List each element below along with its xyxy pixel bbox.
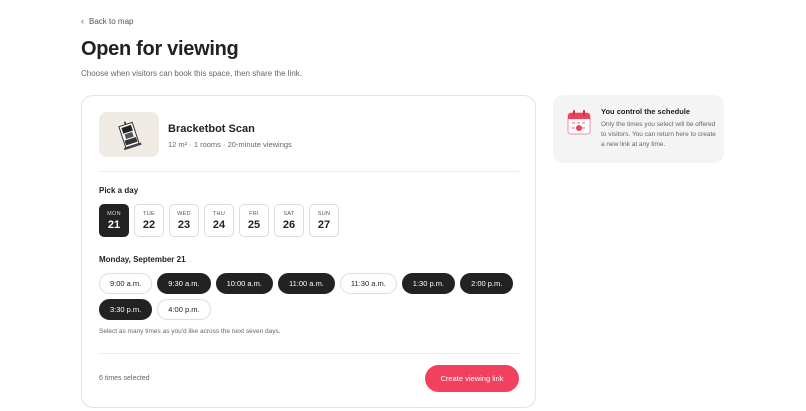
divider — [99, 353, 519, 354]
back-link-label: Back to map — [89, 16, 134, 26]
time-slot-button[interactable]: 11:30 a.m. — [339, 273, 397, 294]
time-slot-button[interactable]: 9:30 a.m. — [157, 273, 211, 294]
page-title: Open for viewing — [81, 38, 239, 60]
time-slot-button[interactable]: 9:00 a.m. — [99, 273, 153, 294]
divider — [99, 171, 519, 172]
schedule-info-card: You control the schedule Only the times … — [553, 95, 724, 163]
info-card-body: Only the times you select will be offere… — [601, 121, 716, 148]
day-number: 22 — [142, 218, 156, 231]
day-button-sat[interactable]: SAT 26 — [274, 204, 304, 237]
time-slot-button[interactable]: 10:00 a.m. — [215, 273, 274, 294]
day-button-fri[interactable]: FRI 25 — [239, 204, 269, 237]
time-slot-button[interactable]: 4:00 p.m. — [157, 299, 211, 320]
time-slot-button[interactable]: 1:30 p.m. — [401, 273, 456, 294]
day-button-thu[interactable]: THU 24 — [204, 204, 234, 237]
day-button-tue[interactable]: TUE 22 — [134, 204, 164, 237]
day-number: 27 — [317, 218, 331, 231]
day-number: 21 — [107, 218, 121, 231]
day-picker: MON 21 TUE 22 WED 23 THU 24 FRI 25 SAT 26 SUN 27 — [99, 204, 339, 237]
day-of-week: WED — [177, 210, 191, 217]
space-thumbnail — [99, 112, 159, 157]
day-number: 26 — [282, 218, 296, 231]
day-of-week: FRI — [249, 210, 259, 217]
time-slot-button[interactable]: 2:00 p.m. — [460, 273, 514, 294]
space-name: Bracketbot Scan — [168, 123, 255, 135]
back-to-map-link[interactable]: ‹ Back to map — [81, 16, 133, 26]
day-number: 24 — [212, 218, 226, 231]
create-viewing-link-button[interactable]: Create viewing link — [425, 365, 519, 392]
day-of-week: TUE — [143, 210, 155, 217]
page-subtitle: Choose when visitors can book this space… — [81, 69, 303, 78]
selected-date-label: Monday, September 21 — [99, 255, 186, 264]
day-button-sun[interactable]: SUN 27 — [309, 204, 339, 237]
day-number: 25 — [247, 218, 261, 231]
day-of-week: SAT — [283, 210, 295, 217]
day-button-mon[interactable]: MON 21 — [99, 204, 129, 237]
info-card-title: You control the schedule — [601, 107, 691, 116]
time-slot-button[interactable]: 11:00 a.m. — [278, 273, 335, 294]
time-slot-picker: 9:00 a.m. 9:30 a.m. 10:00 a.m. 11:00 a.m. 11… — [99, 273, 519, 320]
day-number: 23 — [177, 218, 191, 231]
selected-count: 6 times selected — [99, 375, 150, 382]
chevron-left-icon: ‹ — [81, 16, 84, 26]
viewing-card: Bracketbot Scan 12 m² · 1 rooms · 20-min… — [81, 95, 536, 408]
calendar-icon — [567, 110, 591, 135]
day-of-week: THU — [212, 210, 226, 217]
pick-day-label: Pick a day — [99, 186, 139, 195]
scan-thumbnail-image — [118, 120, 142, 150]
day-of-week: MON — [107, 210, 121, 217]
day-button-wed[interactable]: WED 23 — [169, 204, 199, 237]
time-slot-button[interactable]: 3:30 p.m. — [99, 299, 153, 320]
time-hint: Select as many times as you'd like acros… — [99, 328, 281, 335]
space-meta: 12 m² · 1 rooms · 20-minute viewings — [168, 140, 292, 149]
day-of-week: SUN — [317, 210, 331, 217]
